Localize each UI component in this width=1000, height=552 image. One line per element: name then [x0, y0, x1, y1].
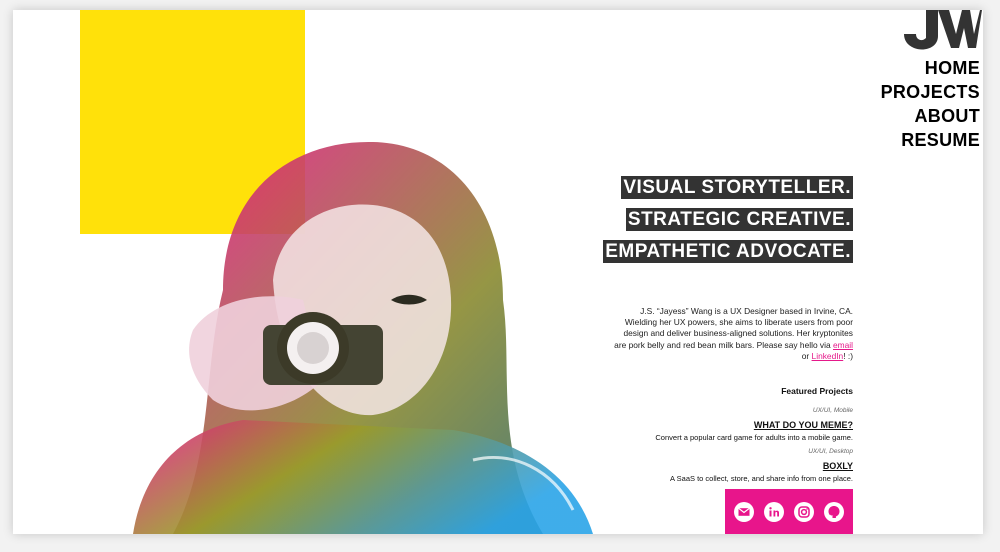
project-title-link[interactable]: BOXLY: [823, 461, 853, 472]
project-item: UX/UI, Desktop BOXLY A SaaS to collect, …: [553, 447, 853, 484]
bio-paragraph: J.S. “Jayess” Wang is a UX Designer base…: [613, 306, 853, 362]
tagline-empathetic-advocate: EMPATHETIC ADVOCATE.: [603, 240, 853, 263]
social-links-bar: [725, 489, 853, 534]
nav-about-link[interactable]: ABOUT: [881, 104, 980, 128]
featured-projects-heading: Featured Projects: [781, 386, 853, 396]
bio-text: J.S. “Jayess” Wang is a UX Designer base…: [614, 306, 853, 350]
project-item: UX/UI, Mobile WHAT DO YOU MEME? Convert …: [553, 406, 853, 443]
main-nav: HOME PROJECTS ABOUT RESUME: [881, 56, 980, 152]
bio-or-text: or: [801, 350, 810, 361]
portfolio-page: HOME PROJECTS ABOUT RESUME VISUAL STORYT…: [13, 10, 983, 534]
nav-resume-link[interactable]: RESUME: [881, 128, 980, 152]
nav-home-link[interactable]: HOME: [881, 56, 980, 80]
tagline-strategic-creative: STRATEGIC CREATIVE.: [625, 208, 853, 231]
project-category: UX/UI, Mobile: [812, 407, 853, 414]
github-icon[interactable]: [824, 501, 844, 522]
jw-logo[interactable]: [902, 10, 982, 50]
project-description: Convert a popular card game for adults i…: [655, 433, 853, 442]
featured-projects: Featured Projects UX/UI, Mobile WHAT DO …: [553, 386, 853, 488]
project-title-link[interactable]: WHAT DO YOU MEME?: [754, 420, 853, 431]
hero-portrait-photo: [133, 141, 593, 534]
email-link[interactable]: email: [833, 340, 853, 350]
instagram-icon[interactable]: [794, 501, 814, 522]
linkedin-icon[interactable]: [764, 501, 784, 522]
hero-taglines: VISUAL STORYTELLER. STRATEGIC CREATIVE. …: [603, 176, 853, 272]
bio-end-text: ! :): [843, 350, 853, 361]
project-category: UX/UI, Desktop: [808, 448, 853, 455]
linkedin-link[interactable]: LinkedIn: [812, 351, 844, 361]
project-description: A SaaS to collect, store, and share info…: [669, 474, 853, 483]
nav-projects-link[interactable]: PROJECTS: [881, 80, 980, 104]
email-icon[interactable]: [734, 501, 754, 522]
tagline-visual-storyteller: VISUAL STORYTELLER.: [621, 176, 853, 199]
